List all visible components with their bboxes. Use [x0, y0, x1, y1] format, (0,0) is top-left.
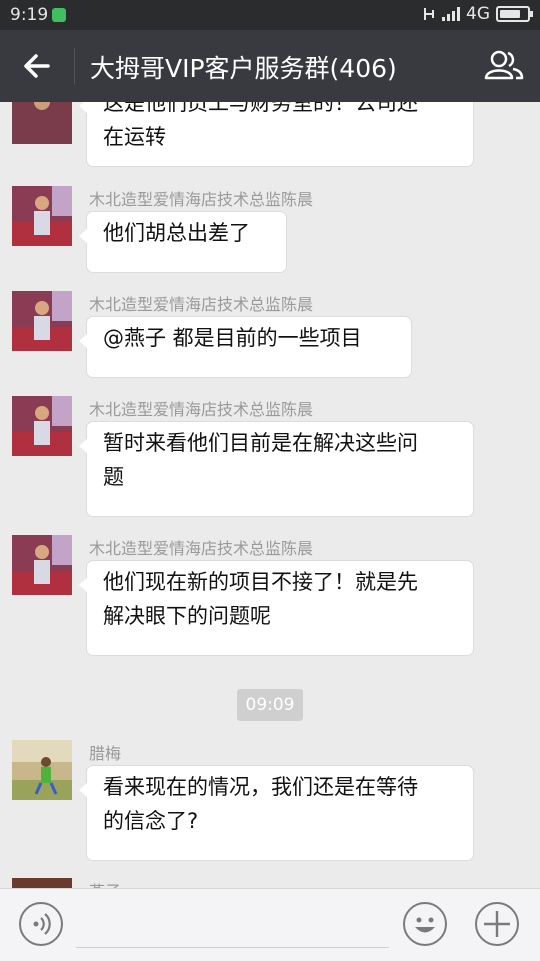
- message-bubble[interactable]: 看来现在的情况，我们还是在等待 的信念了?: [79, 766, 473, 860]
- time-divider: 09:09: [237, 689, 303, 721]
- status-icons: 4G: [422, 4, 533, 24]
- sender-avatar[interactable]: [12, 186, 72, 246]
- message-list[interactable]: 这是他们员工与财务室的！公司还 在运转 木北造型爱情海店技术总监陈晨 他们胡总出…: [0, 102, 540, 888]
- sender-name: 木北造型爱情海店技术总监陈晨: [89, 190, 314, 209]
- sender-avatar[interactable]: [12, 878, 72, 888]
- voice-toggle-button[interactable]: [19, 902, 63, 946]
- battery-icon: [496, 6, 533, 22]
- arrow-left-icon: [24, 54, 50, 78]
- status-time: 9:19: [10, 5, 49, 25]
- sender-avatar[interactable]: [12, 740, 72, 800]
- people-icon: [484, 50, 524, 80]
- message-bubble[interactable]: 他们现在新的项目不接了！就是先 解决眼下的问题呢: [79, 561, 473, 655]
- message-input[interactable]: [76, 947, 389, 948]
- message-bubble[interactable]: @燕子 都是目前的一些项目: [79, 317, 411, 377]
- sender-name: 木北造型爱情海店技术总监陈晨: [89, 539, 314, 558]
- message-text-line: 他们现在新的项目不接了！就是先: [103, 570, 418, 594]
- message-text-line: 在运转: [103, 125, 166, 149]
- message-text-line: 解决眼下的问题呢: [103, 604, 271, 628]
- message-bubble[interactable]: 这是他们员工与财务室的！公司还 在运转: [79, 102, 473, 166]
- message-text-line: 题: [103, 465, 124, 489]
- message-text-line: 这是他们员工与财务室的！公司还: [103, 102, 418, 115]
- app-notification-icon: [52, 8, 66, 22]
- sender-name: 木北造型爱情海店技术总监陈晨: [89, 400, 314, 419]
- plus-icon: [484, 911, 510, 937]
- group-members-button[interactable]: [484, 48, 524, 84]
- status-bar: 9:19 4G: [0, 0, 540, 30]
- message-bubble[interactable]: 暂时来看他们目前是在解决这些问 题: [79, 422, 473, 516]
- chat-title: 大拇哥VIP客户服务群(406): [90, 54, 397, 83]
- mute-icon: [424, 8, 434, 20]
- smiley-icon: [415, 917, 435, 933]
- sender-name: 燕子: [89, 878, 121, 888]
- signal-icon: [442, 7, 460, 21]
- message-text-line: 暂时来看他们目前是在解决这些问: [103, 431, 418, 455]
- voice-icon: [33, 913, 51, 935]
- more-options-button[interactable]: [475, 902, 519, 946]
- sender-name: 木北造型爱情海店技术总监陈晨: [89, 295, 314, 314]
- input-bar: [0, 888, 540, 961]
- network-type: 4G: [466, 4, 490, 24]
- chat-header: 大拇哥VIP客户服务群(406): [0, 30, 540, 102]
- message-text-line: 他们胡总出差了: [103, 221, 250, 245]
- message-text-line: 的信念了?: [103, 809, 199, 833]
- header-divider: [74, 48, 75, 84]
- message-bubble[interactable]: 他们胡总出差了: [79, 212, 286, 272]
- sender-avatar[interactable]: [12, 291, 72, 351]
- sender-avatar[interactable]: [12, 535, 72, 595]
- message-text-line: 看来现在的情况，我们还是在等待: [103, 775, 418, 799]
- message-text-line: @燕子 都是目前的一些项目: [103, 326, 362, 350]
- sender-avatar[interactable]: [12, 102, 72, 144]
- sender-avatar[interactable]: [12, 396, 72, 456]
- back-button[interactable]: [18, 48, 56, 84]
- sender-name: 腊梅: [89, 744, 122, 763]
- emoji-button[interactable]: [403, 902, 447, 946]
